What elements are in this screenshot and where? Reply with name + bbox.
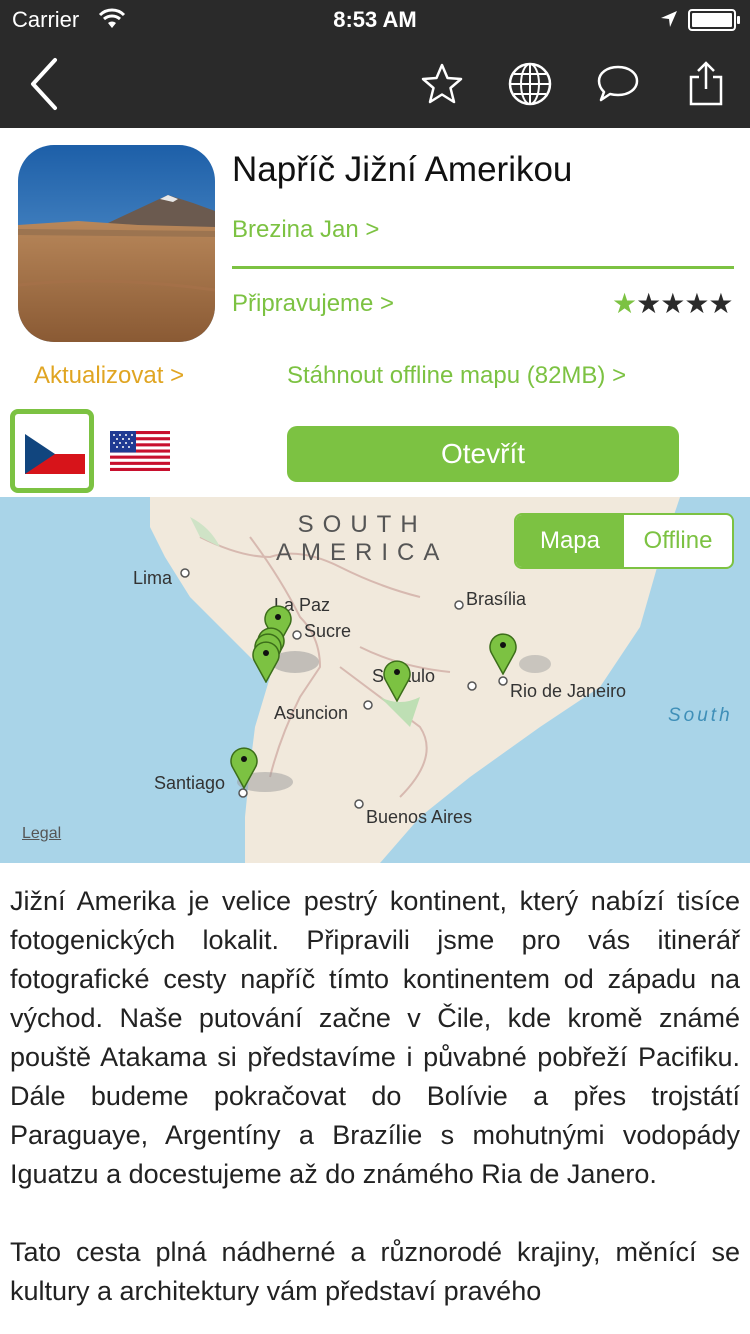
route-pin[interactable] (251, 639, 281, 683)
guide-description: Jižní Amerika je velice pestrý kontinent… (10, 882, 740, 1334)
language-english-button[interactable] (110, 431, 170, 471)
status-bar: Carrier 8:53 AM (0, 0, 750, 40)
download-offline-map-link[interactable]: Stáhnout offline mapu (82MB) > (287, 362, 626, 390)
back-button[interactable] (14, 40, 74, 128)
description-paragraph: Tato cesta plná nádherné a různorodé kra… (10, 1237, 740, 1306)
back-chevron-icon (31, 58, 57, 110)
legal-link[interactable]: Legal (22, 825, 61, 843)
route-map[interactable]: SOUTH AMERICA South Lima La Paz Sucre Br… (0, 497, 750, 863)
route-pin[interactable] (229, 745, 259, 789)
language-czech-button[interactable] (10, 409, 94, 493)
us-flag-icon (110, 431, 170, 471)
open-guide-button[interactable]: Otevřít (287, 426, 679, 482)
chat-bubble-icon (597, 65, 639, 102)
clock: 8:53 AM (333, 7, 417, 32)
share-icon (689, 61, 723, 106)
guide-cover-image (18, 145, 215, 342)
czech-flag-icon (25, 434, 85, 474)
update-link[interactable]: Aktualizovat > (34, 362, 184, 390)
rating-stars[interactable]: ★★★★★ (612, 287, 734, 320)
divider (232, 266, 734, 269)
comments-button[interactable] (586, 40, 650, 128)
route-pin[interactable] (488, 631, 518, 675)
guide-title: Napříč Jižní Amerikou (232, 150, 573, 189)
description-paragraph: Jižní Amerika je velice pestrý kontinent… (10, 886, 740, 1189)
battery-icon (688, 9, 740, 31)
star-filled-icon: ★ (612, 288, 637, 319)
globe-icon (508, 62, 552, 106)
star-empty-icon: ★★★★ (636, 288, 733, 319)
favorite-button[interactable] (410, 40, 474, 128)
web-button[interactable] (498, 40, 562, 128)
map-mode-offline[interactable]: Offline (624, 515, 732, 567)
share-button[interactable] (674, 40, 738, 128)
map-mode-map[interactable]: Mapa (516, 515, 624, 567)
route-pin[interactable] (382, 658, 412, 702)
author-link[interactable]: Brezina Jan > (232, 216, 379, 244)
location-arrow-icon (660, 10, 678, 33)
star-icon (421, 63, 463, 104)
status-link[interactable]: Připravujeme > (232, 290, 394, 318)
map-mode-toggle: Mapa Offline (514, 513, 734, 569)
nav-bar (0, 40, 750, 128)
